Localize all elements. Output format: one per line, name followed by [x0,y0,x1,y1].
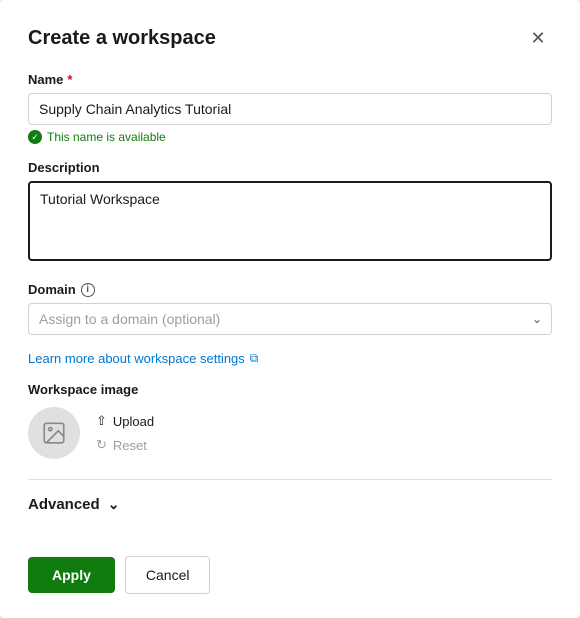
description-section: Description Tutorial Workspace [28,160,552,266]
chevron-down-icon: ⌄ [108,496,120,513]
external-link-icon: ⧉ [250,351,259,366]
domain-section: Domain i Assign to a domain (optional) ⌄ [28,282,552,335]
domain-select-wrapper: Assign to a domain (optional) ⌄ [28,303,552,335]
modal-header: Create a workspace ✕ [28,24,552,52]
modal-title: Create a workspace [28,27,216,50]
image-placeholder [28,407,80,459]
image-upload-row: ⇧ Upload ↻ Reset [28,407,552,459]
description-label: Description [28,160,552,175]
reset-icon: ↻ [96,437,107,453]
cancel-button[interactable]: Cancel [125,556,211,594]
domain-info-icon[interactable]: i [81,283,95,297]
name-section: Name * This name is available [28,72,552,144]
apply-button[interactable]: Apply [28,557,115,593]
availability-message: This name is available [28,130,552,144]
create-workspace-modal: Create a workspace ✕ Name * This name is… [0,0,580,618]
upload-icon: ⇧ [96,413,107,429]
learn-more-link[interactable]: Learn more about workspace settings ⧉ [28,351,552,366]
name-label: Name * [28,72,552,87]
advanced-toggle[interactable]: Advanced ⌄ [28,496,552,513]
required-indicator: * [67,72,72,87]
close-button[interactable]: ✕ [524,24,552,52]
divider [28,479,552,480]
upload-button[interactable]: ⇧ Upload [96,411,154,431]
name-input[interactable] [28,93,552,125]
domain-label: Domain i [28,282,552,297]
close-icon: ✕ [530,28,545,49]
available-check-icon [28,130,42,144]
workspace-image-label: Workspace image [28,382,552,397]
reset-button[interactable]: ↻ Reset [96,435,154,455]
domain-select[interactable]: Assign to a domain (optional) [28,303,552,335]
description-input[interactable]: Tutorial Workspace [28,181,552,261]
workspace-image-section: Workspace image ⇧ Upload ↻ Reset [28,382,552,459]
footer-spacer [28,529,552,548]
footer-buttons: Apply Cancel [28,548,552,594]
image-icon [41,420,67,446]
upload-actions: ⇧ Upload ↻ Reset [96,411,154,455]
